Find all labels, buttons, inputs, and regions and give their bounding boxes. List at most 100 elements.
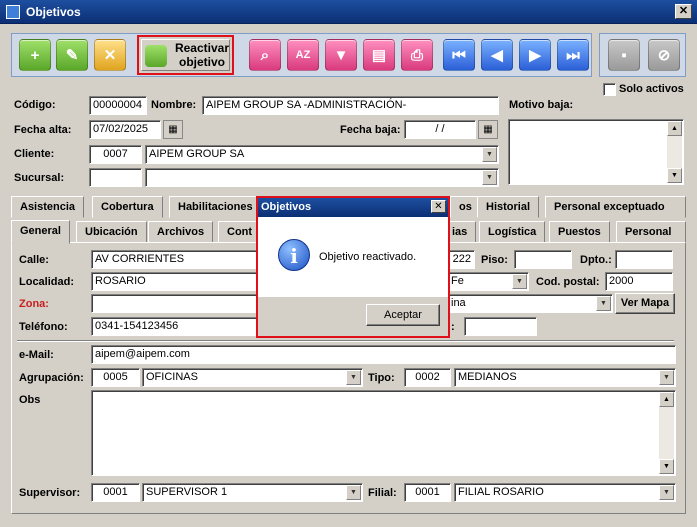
tipo-label: Tipo:: [368, 372, 395, 384]
filter-icon[interactable]: ▼: [325, 39, 357, 71]
first-record-icon[interactable]: ⏮: [443, 39, 475, 71]
localidad-field[interactable]: ROSARIO: [91, 272, 257, 291]
tab-logistica[interactable]: Logística: [479, 221, 546, 243]
fecha-baja-field[interactable]: / /: [404, 120, 476, 139]
tab-personal[interactable]: Personal: [616, 221, 686, 243]
window-close-button[interactable]: ✕: [675, 4, 692, 19]
codigo-label: Código:: [14, 99, 56, 111]
app-icon: [6, 5, 20, 19]
report-icon[interactable]: ▤: [363, 39, 395, 71]
telefono2-field[interactable]: [464, 317, 537, 336]
obs-field[interactable]: ▲ ▼: [91, 390, 676, 476]
provincia-value: Fe: [451, 275, 464, 287]
message-dialog: Objetivos ✕ i Objetivo reactivado. Acept…: [256, 196, 450, 338]
prev-record-icon[interactable]: ◀: [481, 39, 513, 71]
tipo-codigo-field[interactable]: 0002: [404, 368, 451, 387]
dialog-message: Objetivo reactivado.: [319, 251, 417, 263]
localidad-label: Localidad:: [19, 276, 75, 288]
fecha-baja-calendar-icon[interactable]: ▦: [478, 120, 498, 139]
chevron-down-icon[interactable]: ▼: [482, 170, 497, 185]
cliente-nombre: AIPEM GROUP SA: [149, 148, 245, 160]
sucursal-codigo-field[interactable]: [89, 168, 142, 187]
sucursal-combo[interactable]: ▼: [145, 168, 499, 187]
chevron-down-icon[interactable]: ▼: [346, 485, 361, 500]
print-icon[interactable]: ⎙: [401, 39, 433, 71]
info-icon: i: [278, 239, 310, 271]
telefono2-label: :: [451, 321, 455, 333]
edit-icon[interactable]: ✎: [56, 39, 88, 71]
fecha-alta-calendar-icon[interactable]: ▦: [163, 120, 183, 139]
add-icon[interactable]: +: [19, 39, 51, 71]
solo-activos-label: Solo activos: [619, 83, 684, 95]
next-record-icon[interactable]: ▶: [519, 39, 551, 71]
supervisor-combo[interactable]: SUPERVISOR 1 ▼: [142, 483, 363, 502]
tab-habilitaciones[interactable]: Habilitaciones: [169, 196, 262, 218]
tab-archivos[interactable]: Archivos: [148, 221, 214, 243]
tab-cobertura[interactable]: Cobertura: [92, 196, 163, 218]
divider: [17, 340, 674, 342]
calle-field[interactable]: AV CORRIENTES: [91, 250, 257, 269]
tab-puestos[interactable]: Puestos: [549, 221, 610, 243]
ver-mapa-button[interactable]: Ver Mapa: [615, 293, 675, 314]
chevron-down-icon[interactable]: ▼: [659, 485, 674, 500]
cliente-codigo-field[interactable]: 0007: [89, 145, 142, 164]
obs-scrollbar[interactable]: ▲ ▼: [659, 392, 674, 474]
chevron-down-icon[interactable]: ▼: [346, 370, 361, 385]
cliente-combo[interactable]: AIPEM GROUP SA ▼: [145, 145, 499, 164]
last-record-icon[interactable]: ⏭: [557, 39, 589, 71]
tipo-value: MEDIANOS: [458, 371, 517, 383]
zona-label: Zona:: [19, 298, 49, 310]
tab-asistencia[interactable]: Asistencia: [11, 196, 85, 218]
aceptar-button[interactable]: Aceptar: [366, 304, 440, 326]
agrupacion-value: OFICINAS: [146, 371, 198, 383]
email-label: e-Mail:: [19, 349, 54, 361]
save-icon[interactable]: ▪: [608, 39, 640, 71]
reactivar-objetivo-button[interactable]: Reactivar objetivo: [137, 35, 234, 75]
filial-value: FILIAL ROSARIO: [458, 486, 544, 498]
dialog-body: i Objetivo reactivado.: [258, 217, 448, 297]
provincia-combo[interactable]: Fe ▼: [447, 272, 529, 291]
codigo-field[interactable]: 00000004: [89, 96, 147, 115]
cod-postal-field[interactable]: 2000: [605, 272, 673, 291]
numero-field[interactable]: 222: [447, 250, 475, 269]
telefono-field[interactable]: 0341-154123456: [91, 317, 257, 336]
agrupacion-codigo-field[interactable]: 0005: [91, 368, 140, 387]
tab-general[interactable]: General: [11, 220, 70, 244]
dpto-field[interactable]: [615, 250, 673, 269]
fecha-alta-field[interactable]: 07/02/2025: [89, 120, 161, 139]
fecha-alta-label: Fecha alta:: [14, 124, 72, 136]
piso-field[interactable]: [514, 250, 572, 269]
supervisor-codigo-field[interactable]: 0001: [91, 483, 140, 502]
chevron-down-icon[interactable]: ▼: [512, 274, 527, 289]
tab-personal-exceptuado[interactable]: Personal exceptuado: [545, 196, 686, 218]
search-icon[interactable]: ⌕: [249, 39, 281, 71]
tab-contactos[interactable]: Cont: [218, 221, 262, 243]
zona-combo[interactable]: ina ▼: [447, 294, 613, 313]
tipo-combo[interactable]: MEDIANOS ▼: [454, 368, 676, 387]
supervisor-label: Supervisor:: [19, 487, 81, 499]
nombre-field[interactable]: AIPEM GROUP SA -ADMINISTRACIÓN-: [202, 96, 499, 115]
reactivar-label: Reactivar objetivo: [174, 41, 230, 69]
cliente-label: Cliente:: [14, 148, 55, 160]
delete-icon[interactable]: ✕: [94, 39, 126, 71]
filial-combo[interactable]: FILIAL ROSARIO ▼: [454, 483, 676, 502]
solo-activos-checkbox[interactable]: [603, 83, 616, 96]
chevron-down-icon[interactable]: ▼: [482, 147, 497, 162]
motivo-baja-scrollbar[interactable]: ▲ ▼: [667, 121, 682, 183]
tab-historial[interactable]: Historial: [477, 196, 540, 218]
dialog-close-button[interactable]: ✕: [431, 200, 446, 213]
agrupacion-combo[interactable]: OFICINAS ▼: [142, 368, 363, 387]
tab-ubicacion[interactable]: Ubicación: [76, 221, 147, 243]
motivo-baja-field[interactable]: ▲ ▼: [508, 119, 684, 185]
email-field[interactable]: aipem@aipem.com: [91, 345, 676, 364]
dialog-title: Objetivos: [258, 198, 448, 217]
cancel-icon[interactable]: ⊘: [648, 39, 680, 71]
filial-codigo-field[interactable]: 0001: [404, 483, 451, 502]
zona-field[interactable]: [91, 294, 257, 313]
motivo-baja-label: Motivo baja:: [509, 99, 574, 111]
piso-label: Piso:: [481, 254, 508, 266]
chevron-down-icon[interactable]: ▼: [596, 296, 611, 311]
sort-az-icon[interactable]: AZ: [287, 39, 319, 71]
sucursal-label: Sucursal:: [14, 172, 65, 184]
chevron-down-icon[interactable]: ▼: [659, 370, 674, 385]
